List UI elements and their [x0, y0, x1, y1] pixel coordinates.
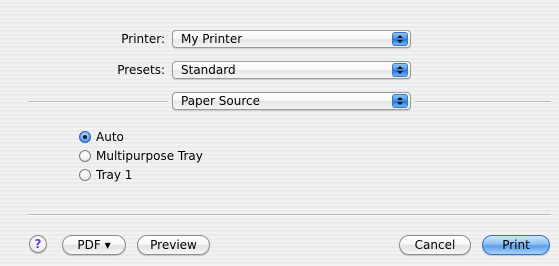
radio-button-checked[interactable] — [79, 131, 91, 143]
radio-button[interactable] — [79, 150, 91, 162]
presets-popup[interactable]: Standard — [172, 61, 411, 79]
popup-arrows-icon — [392, 32, 408, 46]
cancel-button[interactable]: Cancel — [399, 235, 471, 255]
preview-button[interactable]: Preview — [137, 235, 210, 255]
printer-popup[interactable]: My Printer — [172, 30, 411, 48]
bottom-separator — [28, 214, 551, 216]
presets-label: Presets: — [117, 63, 165, 77]
radio-label: Tray 1 — [96, 168, 133, 182]
radio-label: Auto — [96, 130, 124, 144]
printer-popup-value: My Printer — [181, 32, 243, 46]
help-button[interactable]: ? — [29, 235, 47, 253]
printer-label: Printer: — [121, 32, 165, 46]
pdf-menu-button[interactable]: PDF ▾ — [62, 235, 126, 255]
help-icon: ? — [34, 237, 42, 251]
radio-button[interactable] — [79, 169, 91, 181]
panel-popup[interactable]: Paper Source — [172, 92, 411, 110]
panel-separator-left — [28, 101, 168, 103]
radio-label: Multipurpose Tray — [96, 149, 203, 163]
popup-arrows-icon — [392, 63, 408, 77]
popup-arrows-icon — [392, 94, 408, 108]
presets-popup-value: Standard — [181, 63, 236, 77]
panel-separator-right — [415, 101, 551, 103]
print-button[interactable]: Print — [482, 235, 550, 255]
panel-popup-value: Paper Source — [181, 94, 261, 108]
